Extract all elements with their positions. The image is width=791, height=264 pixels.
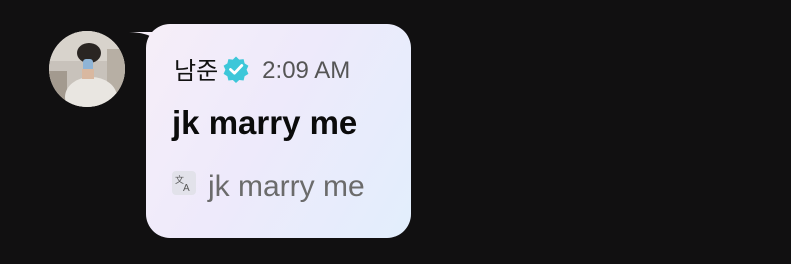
translation-row[interactable]: 文 A jk marry me bbox=[172, 170, 365, 203]
message-text: jk marry me bbox=[172, 104, 358, 141]
message-header: 남준 2:09 AM bbox=[174, 54, 350, 88]
svg-text:A: A bbox=[183, 183, 190, 194]
avatar-photo bbox=[49, 31, 125, 107]
avatar[interactable] bbox=[49, 31, 125, 107]
message-bubble[interactable]: 남준 2:09 AM jk marry me 文 A jk marry me bbox=[146, 24, 411, 238]
translation-text: jk marry me bbox=[208, 170, 365, 203]
translate-icon[interactable]: 文 A bbox=[172, 171, 196, 195]
verified-badge-icon bbox=[223, 56, 249, 83]
sender-name[interactable]: 남준 bbox=[174, 59, 218, 83]
message-timestamp: 2:09 AM bbox=[262, 57, 351, 84]
